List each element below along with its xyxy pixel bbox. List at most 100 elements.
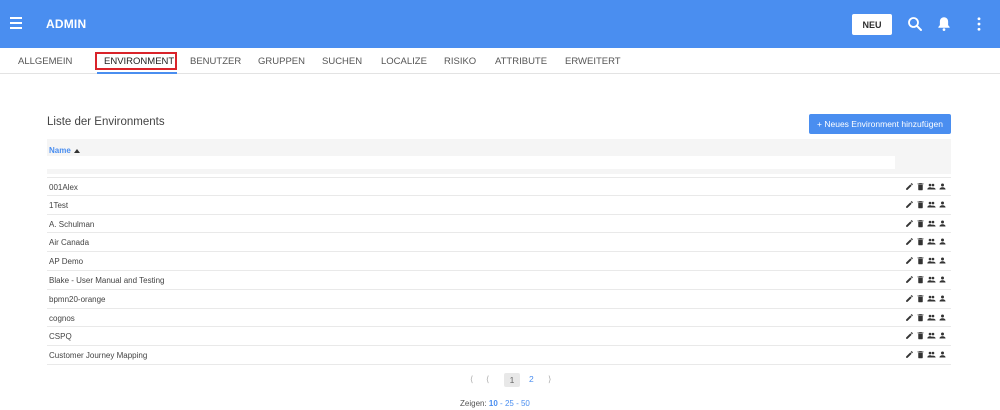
user-icon[interactable] bbox=[938, 182, 947, 191]
table-row[interactable]: 1Test bbox=[47, 196, 951, 215]
delete-icon[interactable] bbox=[916, 219, 925, 228]
table-row[interactable]: Blake - User Manual and Testing bbox=[47, 271, 951, 290]
delete-icon[interactable] bbox=[916, 200, 925, 209]
page-2-button[interactable]: 2 bbox=[529, 374, 534, 384]
search-icon[interactable] bbox=[906, 15, 924, 33]
user-icon[interactable] bbox=[938, 294, 947, 303]
group-icon[interactable] bbox=[927, 219, 936, 228]
table-row[interactable]: bpmn20-orange bbox=[47, 290, 951, 309]
delete-icon[interactable] bbox=[916, 256, 925, 265]
group-icon[interactable] bbox=[927, 182, 936, 191]
tab-localize[interactable]: LOCALIZE bbox=[381, 56, 427, 67]
environment-name: bpmn20-orange bbox=[49, 294, 106, 304]
delete-icon[interactable] bbox=[916, 350, 925, 359]
environment-name: cognos bbox=[49, 313, 75, 323]
add-environment-button[interactable]: + Neues Environment hinzufügen bbox=[809, 114, 951, 134]
delete-icon[interactable] bbox=[916, 313, 925, 322]
delete-icon[interactable] bbox=[916, 294, 925, 303]
user-icon[interactable] bbox=[938, 275, 947, 284]
group-icon[interactable] bbox=[927, 313, 936, 322]
row-actions bbox=[905, 219, 947, 228]
name-column-header[interactable]: Name bbox=[49, 146, 80, 155]
user-icon[interactable] bbox=[938, 256, 947, 265]
table-row[interactable]: A. Schulman bbox=[47, 215, 951, 234]
edit-icon[interactable] bbox=[905, 313, 914, 322]
tab-erweitert[interactable]: ERWEITERT bbox=[565, 56, 621, 67]
app-title: ADMIN bbox=[46, 17, 87, 31]
environment-name: A. Schulman bbox=[49, 219, 95, 229]
delete-icon[interactable] bbox=[916, 331, 925, 340]
table-row[interactable]: Customer Journey Mapping bbox=[47, 346, 951, 365]
tab-environment[interactable]: ENVIRONMENT bbox=[104, 56, 174, 67]
page-1-button[interactable]: 1 bbox=[504, 373, 520, 387]
edit-icon[interactable] bbox=[905, 237, 914, 246]
tab-attribute[interactable]: ATTRIBUTE bbox=[495, 56, 547, 67]
new-button[interactable]: NEU bbox=[852, 14, 892, 35]
page-size-selector: Zeigen: 10 - 25 - 50 bbox=[460, 399, 530, 408]
delete-icon[interactable] bbox=[916, 275, 925, 284]
user-icon[interactable] bbox=[938, 350, 947, 359]
name-filter-input[interactable] bbox=[47, 156, 895, 169]
edit-icon[interactable] bbox=[905, 219, 914, 228]
page-size-25[interactable]: 25 bbox=[505, 399, 514, 408]
table-row[interactable]: cognos bbox=[47, 309, 951, 328]
group-icon[interactable] bbox=[927, 256, 936, 265]
row-actions bbox=[905, 350, 947, 359]
delete-icon[interactable] bbox=[916, 182, 925, 191]
user-icon[interactable] bbox=[938, 200, 947, 209]
more-vertical-icon[interactable] bbox=[970, 15, 988, 33]
user-icon[interactable] bbox=[938, 313, 947, 322]
environment-name: CSPQ bbox=[49, 332, 72, 342]
delete-icon[interactable] bbox=[916, 237, 925, 246]
pagination: ⟨ ⟨ 1 2 ⟩ bbox=[462, 373, 562, 389]
environment-name: Air Canada bbox=[49, 238, 90, 248]
next-page-button[interactable]: ⟩ bbox=[548, 374, 551, 385]
edit-icon[interactable] bbox=[905, 331, 914, 340]
page-size-label: Zeigen: bbox=[460, 399, 487, 408]
table-header: Name bbox=[47, 139, 951, 174]
admin-tabs: ALLGEMEIN ENVIRONMENT BENUTZER GRUPPEN S… bbox=[0, 48, 1000, 74]
table-row[interactable]: Air Canada bbox=[47, 233, 951, 253]
user-icon[interactable] bbox=[938, 237, 947, 246]
bell-icon[interactable] bbox=[935, 15, 953, 33]
edit-icon[interactable] bbox=[905, 275, 914, 284]
page-size-50[interactable]: 50 bbox=[521, 399, 530, 408]
group-icon[interactable] bbox=[927, 331, 936, 340]
sort-ascending-icon bbox=[73, 148, 80, 153]
environment-name: 001Alex bbox=[49, 183, 78, 192]
group-icon[interactable] bbox=[927, 237, 936, 246]
environment-list: 001Alex 1Test A. Schulman Air Canada AP Demo… bbox=[47, 177, 951, 365]
list-title: Liste der Environments bbox=[47, 116, 165, 128]
table-row[interactable]: AP Demo bbox=[47, 252, 951, 271]
prev-page-button[interactable]: ⟨ bbox=[486, 374, 489, 385]
group-icon[interactable] bbox=[927, 200, 936, 209]
edit-icon[interactable] bbox=[905, 256, 914, 265]
tab-allgemein[interactable]: ALLGEMEIN bbox=[18, 56, 72, 67]
menu-icon[interactable] bbox=[10, 17, 22, 29]
environment-name: Blake - User Manual and Testing bbox=[49, 275, 165, 285]
page-size-10[interactable]: 10 bbox=[489, 399, 498, 408]
edit-icon[interactable] bbox=[905, 350, 914, 359]
group-icon[interactable] bbox=[927, 275, 936, 284]
group-icon[interactable] bbox=[927, 294, 936, 303]
edit-icon[interactable] bbox=[905, 200, 914, 209]
table-row[interactable]: 001Alex bbox=[47, 177, 951, 196]
row-actions bbox=[905, 275, 947, 284]
tab-gruppen[interactable]: GRUPPEN bbox=[258, 56, 305, 67]
first-page-button[interactable]: ⟨ bbox=[470, 374, 473, 385]
tab-benutzer[interactable]: BENUTZER bbox=[190, 56, 241, 67]
table-row[interactable]: CSPQ bbox=[47, 327, 951, 347]
edit-icon[interactable] bbox=[905, 294, 914, 303]
edit-icon[interactable] bbox=[905, 182, 914, 191]
group-icon[interactable] bbox=[927, 350, 936, 359]
tab-suchen[interactable]: SUCHEN bbox=[322, 56, 362, 67]
tab-risiko[interactable]: RISIKO bbox=[444, 56, 476, 67]
row-actions bbox=[905, 331, 947, 340]
top-bar: ADMIN NEU bbox=[0, 0, 1000, 48]
row-actions bbox=[905, 237, 947, 246]
active-tab-indicator bbox=[97, 72, 177, 74]
user-icon[interactable] bbox=[938, 331, 947, 340]
row-actions bbox=[905, 182, 947, 191]
user-icon[interactable] bbox=[938, 219, 947, 228]
environment-name: Customer Journey Mapping bbox=[49, 351, 148, 361]
